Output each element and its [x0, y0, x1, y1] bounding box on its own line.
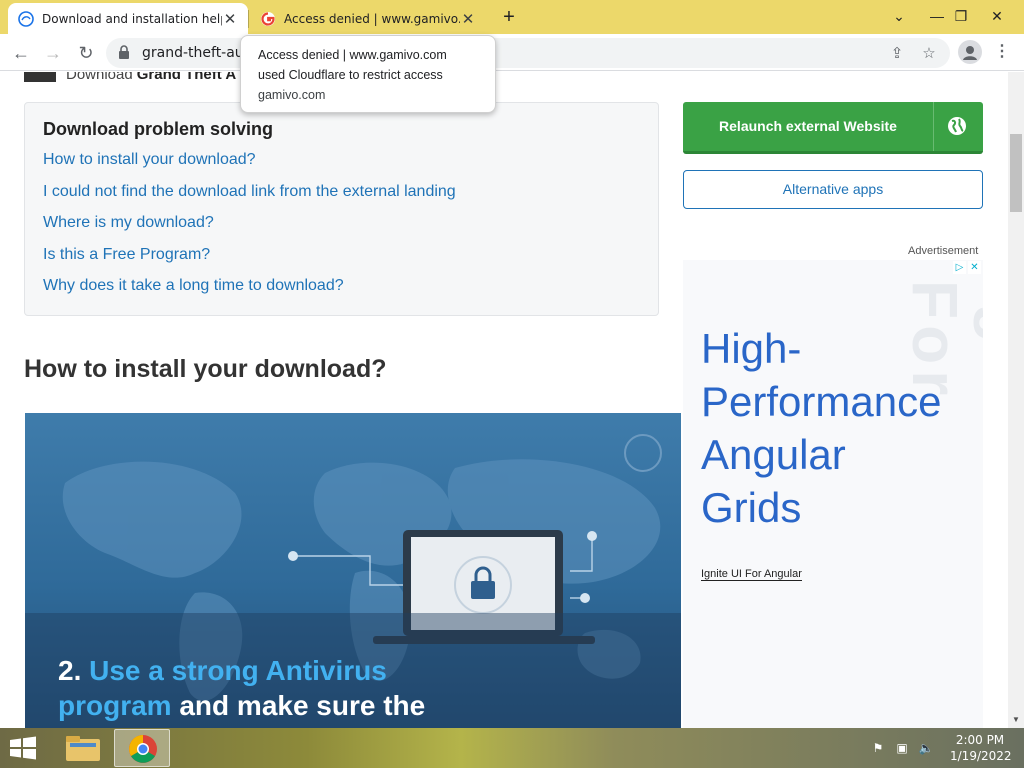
tab-hover-tooltip: Access denied | www.gamivo.com used Clou… [240, 35, 496, 113]
tooltip-line-1: Access denied | www.gamivo.com [258, 48, 447, 62]
advertisement-label: Advertisement [908, 245, 979, 257]
windows-start-icon[interactable] [6, 734, 40, 762]
network-icon[interactable]: ▣ [894, 740, 910, 756]
kebab-menu-icon[interactable]: ⋮ [992, 40, 1012, 64]
link-free-program[interactable]: Is this a Free Program? [43, 246, 210, 264]
ad-headline-line: Angular [701, 431, 846, 478]
lock-icon [119, 45, 129, 59]
caption-highlight-2: program [58, 690, 172, 721]
forward-button[interactable]: → [40, 40, 66, 66]
bookmark-star-icon[interactable]: ☆ [920, 45, 938, 63]
link-how-to-install[interactable]: How to install your download? [43, 151, 256, 169]
relaunch-label: Relaunch external Website [719, 118, 897, 134]
url-text: grand-theft-aut [142, 45, 250, 61]
file-explorer-icon [66, 736, 100, 761]
reload-button[interactable]: ↻ [73, 40, 99, 66]
app-thumbnail-icon [24, 72, 56, 82]
problem-solving-box: Download problem solving How to install … [24, 102, 659, 316]
tab-download-help[interactable]: Download and installation help ✕ [8, 3, 248, 34]
breadcrumb: Download Grand Theft A [24, 72, 236, 83]
relaunch-website-button[interactable]: Relaunch external Website [683, 102, 983, 154]
tab-title: Access denied | www.gamivo.con [284, 11, 460, 26]
section-title: How to install your download? [24, 355, 387, 383]
ad-headline-line: High- [701, 325, 802, 372]
close-tab-icon[interactable]: ✕ [222, 11, 238, 27]
ad-close-icon[interactable]: ✕ [968, 261, 981, 274]
crumb-prefix: Download [66, 72, 133, 83]
tab-search-chevron-icon[interactable]: ⌄ [882, 0, 916, 32]
caption-step-number: 2. [58, 655, 82, 686]
volume-muted-icon[interactable]: 🔈 [918, 740, 934, 756]
tab-divider [248, 10, 249, 28]
button-divider [933, 102, 934, 151]
tooltip-domain: gamivo.com [258, 88, 326, 102]
page-content: Download Grand Theft A Download problem … [0, 72, 1008, 728]
ad-headline: High- Performance Angular Grids [701, 322, 981, 534]
restore-button[interactable]: ❐ [944, 0, 978, 32]
scrollbar-thumb[interactable] [1010, 134, 1022, 212]
tab-strip: Download and installation help ✕ Access … [0, 0, 1024, 34]
clock-time: 2:00 PM [955, 733, 1005, 747]
tab-title: Download and installation help [42, 11, 222, 26]
caption-rest: and make sure the [179, 690, 426, 721]
ad-headline-line: Performance [701, 378, 942, 425]
address-bar[interactable]: grand-theft-aut ⇪ ☆ [106, 38, 950, 68]
tab-access-denied[interactable]: Access denied | www.gamivo.con ✕ [250, 3, 486, 34]
system-tray: ⚑ ▣ 🔈 [870, 740, 934, 756]
link-long-time[interactable]: Why does it take a long time to download… [43, 277, 344, 295]
link-where-download[interactable]: Where is my download? [43, 214, 214, 232]
globe-icon [948, 117, 966, 135]
problem-box-title: Download problem solving [43, 119, 274, 139]
link-no-download-link[interactable]: I could not find the download link from … [43, 183, 456, 201]
chrome-icon [129, 735, 157, 763]
browser-toolbar: ← → ↻ grand-theft-aut ⇪ ☆ ⋮ [0, 34, 1024, 71]
back-button[interactable]: ← [8, 40, 34, 66]
close-window-button[interactable]: ✕ [980, 0, 1014, 32]
softonic-icon [18, 10, 34, 27]
system-clock[interactable]: 2:00 PM 1/19/2022 [950, 732, 1012, 764]
antivirus-hero-image: 2. Use a strong Antivirus program and ma… [25, 413, 681, 728]
ad-choices-icon[interactable]: ▷ [953, 261, 966, 274]
windows-taskbar: ⚑ ▣ 🔈 2:00 PM 1/19/2022 [0, 728, 1024, 768]
page-scrollbar[interactable]: ▼ [1008, 72, 1024, 728]
crumb-app-name: Grand Theft A [136, 72, 237, 83]
scroll-down-arrow-icon[interactable]: ▼ [1012, 715, 1020, 724]
share-icon[interactable]: ⇪ [888, 45, 906, 63]
ad-headline-line: Grids [701, 484, 802, 531]
taskbar-file-explorer[interactable] [56, 729, 112, 767]
caption-highlight-1: Use a strong Antivirus [89, 655, 387, 686]
taskbar-chrome[interactable] [114, 729, 170, 767]
clock-date: 1/19/2022 [950, 749, 1012, 763]
flag-notification-icon[interactable]: ⚑ [870, 740, 886, 756]
ad-choices-badge[interactable]: ▷ ✕ [953, 261, 981, 274]
ad-link[interactable]: Ignite UI For Angular [701, 568, 802, 581]
alternative-apps-button[interactable]: Alternative apps [683, 170, 983, 209]
advertisement-banner[interactable]: Ignite UI For ▷ ✕ High- Performance Angu… [683, 260, 983, 728]
close-tab-icon[interactable]: ✕ [460, 11, 476, 27]
profile-avatar-icon[interactable] [958, 40, 982, 64]
new-tab-button[interactable]: + [498, 7, 520, 29]
tooltip-line-2: used Cloudflare to restrict access [258, 68, 443, 82]
hero-caption: 2. Use a strong Antivirus program and ma… [58, 653, 478, 723]
google-icon [261, 11, 275, 26]
